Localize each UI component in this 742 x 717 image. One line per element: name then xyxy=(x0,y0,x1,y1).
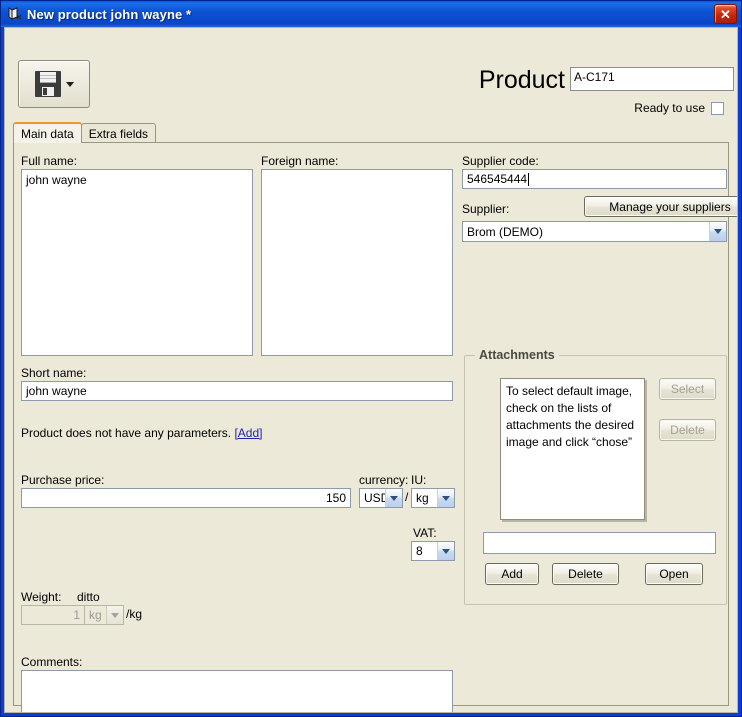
manage-suppliers-button[interactable]: Manage your suppliers xyxy=(584,196,737,217)
comments-textarea[interactable] xyxy=(21,670,453,712)
currency-label: currency: xyxy=(359,473,409,487)
chevron-down-icon xyxy=(106,606,123,624)
weight-input: 1 xyxy=(21,605,85,625)
close-icon[interactable]: ✕ xyxy=(714,4,737,24)
iu-select[interactable]: kg xyxy=(411,488,455,508)
floppy-save-icon xyxy=(34,71,61,97)
purchase-price-label: Purchase price: xyxy=(21,473,105,487)
parameters-text: Product does not have any parameters. xyxy=(21,426,232,440)
main-data-panel: Full name: john wayne Foreign name: Shor… xyxy=(13,142,737,712)
chevron-down-icon[interactable] xyxy=(437,489,454,507)
parameters-row: Product does not have any parameters. [A… xyxy=(21,426,263,440)
foreign-name-label: Foreign name: xyxy=(261,154,339,168)
vat-select[interactable]: 8 xyxy=(411,541,455,561)
currency-value: USD xyxy=(364,491,385,505)
attachments-group: Attachments To select default image, che… xyxy=(464,348,727,605)
toolbar: Product A-C171 Ready to use xyxy=(5,28,737,115)
chevron-down-icon[interactable] xyxy=(385,489,402,507)
window-titlebar: New product john wayne * ✕ xyxy=(1,1,741,27)
supplier-code-value: 546545444 xyxy=(467,172,528,186)
weight-label: Weight: xyxy=(21,590,62,604)
supplier-code-label: Supplier code: xyxy=(462,154,539,168)
short-name-label: Short name: xyxy=(21,366,87,380)
delete-attachment-button[interactable]: Delete xyxy=(552,563,619,585)
ready-to-use-checkbox[interactable] xyxy=(711,101,724,115)
ready-to-use-label: Ready to use xyxy=(634,101,705,115)
weight-unit-select: kg xyxy=(84,605,124,625)
supplier-label: Supplier: xyxy=(462,202,510,216)
window-title: New product john wayne * xyxy=(27,6,192,22)
tab-extra-fields[interactable]: Extra fields xyxy=(80,123,157,143)
chevron-down-icon[interactable] xyxy=(65,81,74,87)
window-client-area: Product A-C171 Ready to use Main data Ex… xyxy=(4,27,738,713)
product-window: New product john wayne * ✕ Product A-C17… xyxy=(0,0,742,717)
supplier-select[interactable]: Brom (DEMO) xyxy=(462,221,727,242)
open-attachment-button[interactable]: Open xyxy=(645,563,703,585)
full-name-textarea[interactable]: john wayne xyxy=(21,169,253,356)
foreign-name-textarea[interactable] xyxy=(261,169,453,356)
currency-select[interactable]: USD xyxy=(359,488,403,508)
currency-iu-separator: / xyxy=(405,490,409,504)
weight-unit-value: kg xyxy=(89,608,102,622)
iu-value: kg xyxy=(416,491,429,505)
text-caret xyxy=(528,172,530,186)
attachments-group-title: Attachments xyxy=(475,348,559,362)
purchase-price-input[interactable]: 150 xyxy=(21,488,351,508)
delete-attachment-side-button: Delete xyxy=(659,419,716,441)
add-attachment-button[interactable]: Add xyxy=(485,563,539,585)
save-button[interactable] xyxy=(18,60,90,108)
product-code-input[interactable]: A-C171 xyxy=(570,67,734,91)
tab-main-data[interactable]: Main data xyxy=(13,122,82,143)
chevron-down-icon[interactable] xyxy=(437,542,454,560)
supplier-code-input[interactable]: 546545444 xyxy=(462,169,727,189)
full-name-label: Full name: xyxy=(21,154,78,168)
attachments-list[interactable]: To select default image, check on the li… xyxy=(500,378,645,520)
weight-per-label: /kg xyxy=(126,607,143,621)
vat-value: 8 xyxy=(416,544,423,558)
weight-ditto-label: ditto xyxy=(77,590,100,604)
short-name-input[interactable]: john wayne xyxy=(21,381,453,401)
page-title: Product xyxy=(478,66,565,94)
select-attachment-button: Select xyxy=(659,378,716,400)
vat-label: VAT: xyxy=(413,526,437,540)
tabstrip: Main data Extra fields xyxy=(13,122,729,143)
add-parameter-link[interactable]: [Add] xyxy=(234,426,262,440)
iu-label: IU: xyxy=(411,473,427,487)
attachment-path-input[interactable] xyxy=(483,532,716,554)
ready-to-use-row: Ready to use xyxy=(634,101,724,115)
chevron-down-icon[interactable] xyxy=(709,222,726,241)
product-window-icon xyxy=(6,6,24,22)
comments-label: Comments: xyxy=(21,655,83,669)
supplier-value: Brom (DEMO) xyxy=(467,224,543,239)
